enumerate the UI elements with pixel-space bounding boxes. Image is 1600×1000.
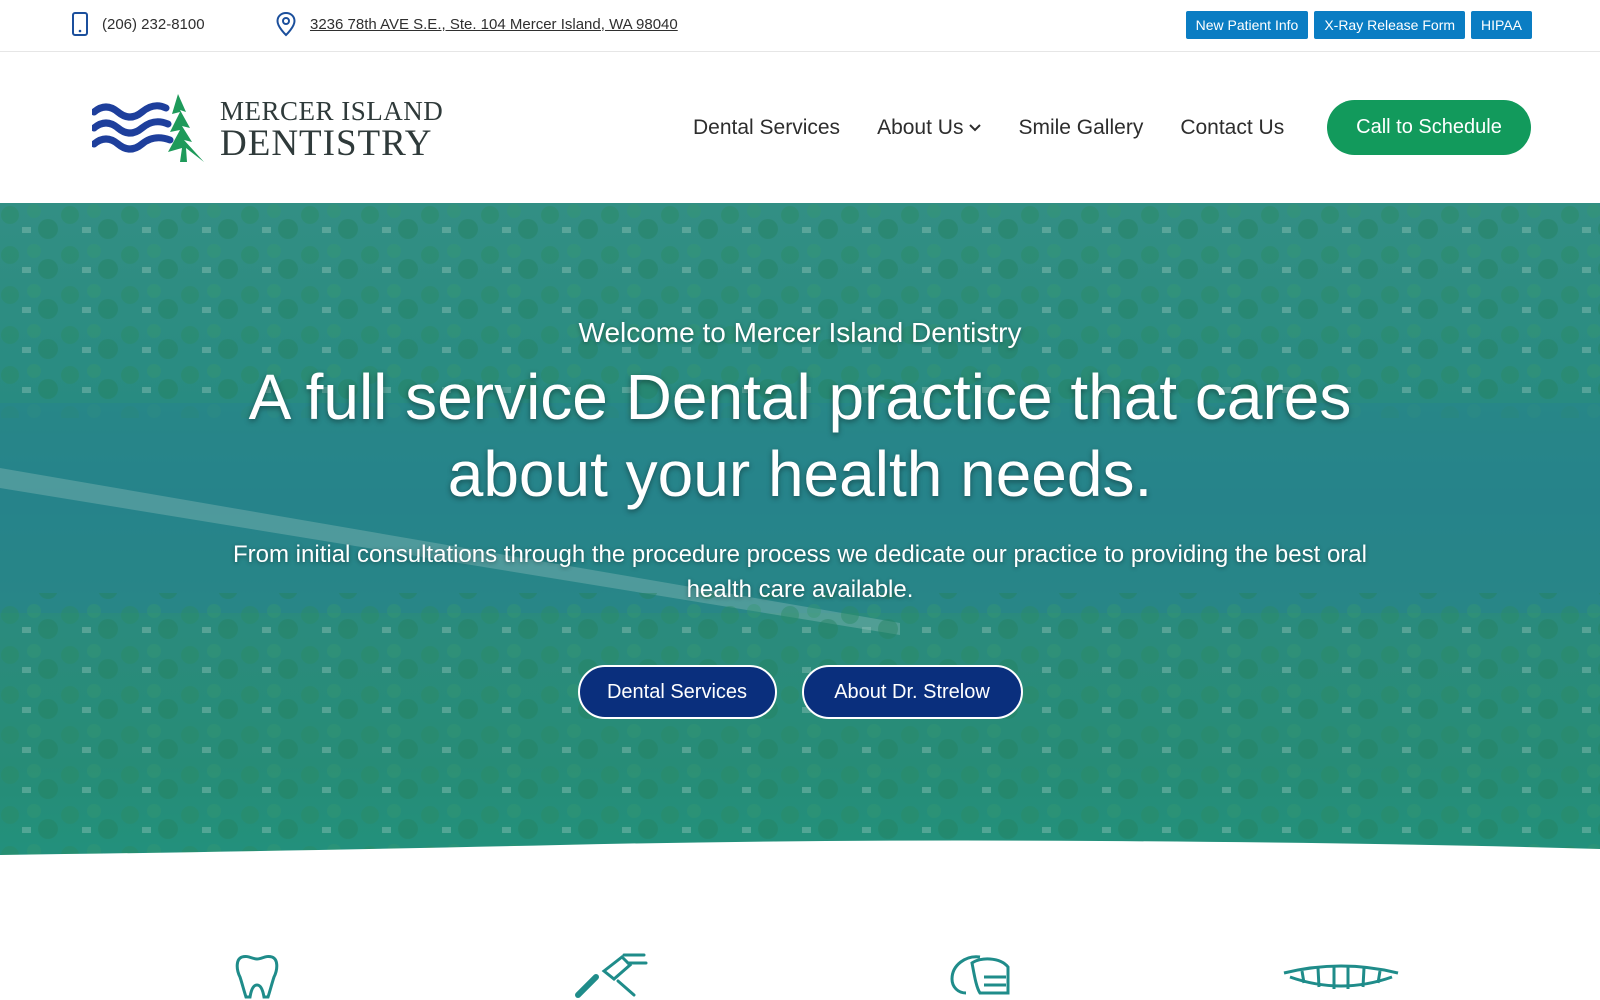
map-pin-icon <box>276 11 296 37</box>
dental-bridge-icon <box>1283 964 1399 989</box>
nav-item-label: Dental Services <box>693 115 841 139</box>
address-link[interactable]: 3236 78th AVE S.E., Ste. 104 Mercer Isla… <box>310 16 678 33</box>
hipaa-button[interactable]: HIPAA <box>1471 11 1532 39</box>
nav-item-label: About Us <box>877 115 964 139</box>
nav-item-about-us[interactable]: About Us <box>877 115 982 140</box>
hero-headline-line2: about your health needs. <box>447 438 1153 510</box>
main-nav: Dental Services About Us Smile Gallery C… <box>693 52 1321 203</box>
new-patient-info-button[interactable]: New Patient Info <box>1185 11 1309 39</box>
hero-subtext: From initial consultations through the p… <box>233 541 1367 603</box>
nav-item-label: Smile Gallery <box>1018 115 1144 139</box>
logo-text-line2: DENTISTRY <box>220 123 433 164</box>
hero-background-image <box>0 203 1600 863</box>
about-dr-strelow-button[interactable]: About Dr. Strelow <box>801 665 1023 719</box>
dentist-mask-icon <box>950 955 1010 995</box>
hero-buttons: Dental Services About Dr. Strelow <box>0 665 1600 719</box>
quick-links: New Patient Info X-Ray Release Form HIPA… <box>1185 11 1532 39</box>
xray-release-form-button[interactable]: X-Ray Release Form <box>1314 11 1466 39</box>
logo-waves-tree-icon <box>92 94 204 162</box>
hero-section: Welcome to Mercer Island Dentistry A ful… <box>0 203 1600 863</box>
phone-contact[interactable]: (206) 232-8100 <box>70 0 205 48</box>
hero-bottom-wave <box>0 840 1600 863</box>
hero-dental-services-button[interactable]: Dental Services <box>577 665 777 719</box>
nav-item-smile-gallery[interactable]: Smile Gallery <box>1018 116 1143 140</box>
nav-item-contact-us[interactable]: Contact Us <box>1180 116 1284 140</box>
site-logo[interactable]: MERCER ISLAND DENTISTRY <box>92 90 443 166</box>
tooth-icon <box>235 954 279 999</box>
hero-headline-line1: A full service Dental practice that care… <box>248 361 1352 433</box>
nav-item-label: Contact Us <box>1180 115 1285 139</box>
site-header: MERCER ISLAND DENTISTRY Dental Services … <box>0 52 1600 203</box>
hero-headline: A full service Dental practice that care… <box>0 359 1600 513</box>
top-bar: (206) 232-8100 3236 78th AVE S.E., Ste. … <box>0 0 1600 52</box>
chevron-down-icon <box>969 123 982 131</box>
dental-tools-icon <box>575 953 648 998</box>
phone-number[interactable]: (206) 232-8100 <box>102 16 205 33</box>
mobile-phone-icon <box>72 12 88 36</box>
call-to-schedule-button[interactable]: Call to Schedule <box>1327 100 1531 155</box>
services-icons-strip <box>0 863 1600 1000</box>
hero-eyebrow: Welcome to Mercer Island Dentistry <box>578 317 1022 348</box>
nav-item-dental-services[interactable]: Dental Services <box>693 116 840 140</box>
address-contact[interactable]: 3236 78th AVE S.E., Ste. 104 Mercer Isla… <box>274 0 678 48</box>
